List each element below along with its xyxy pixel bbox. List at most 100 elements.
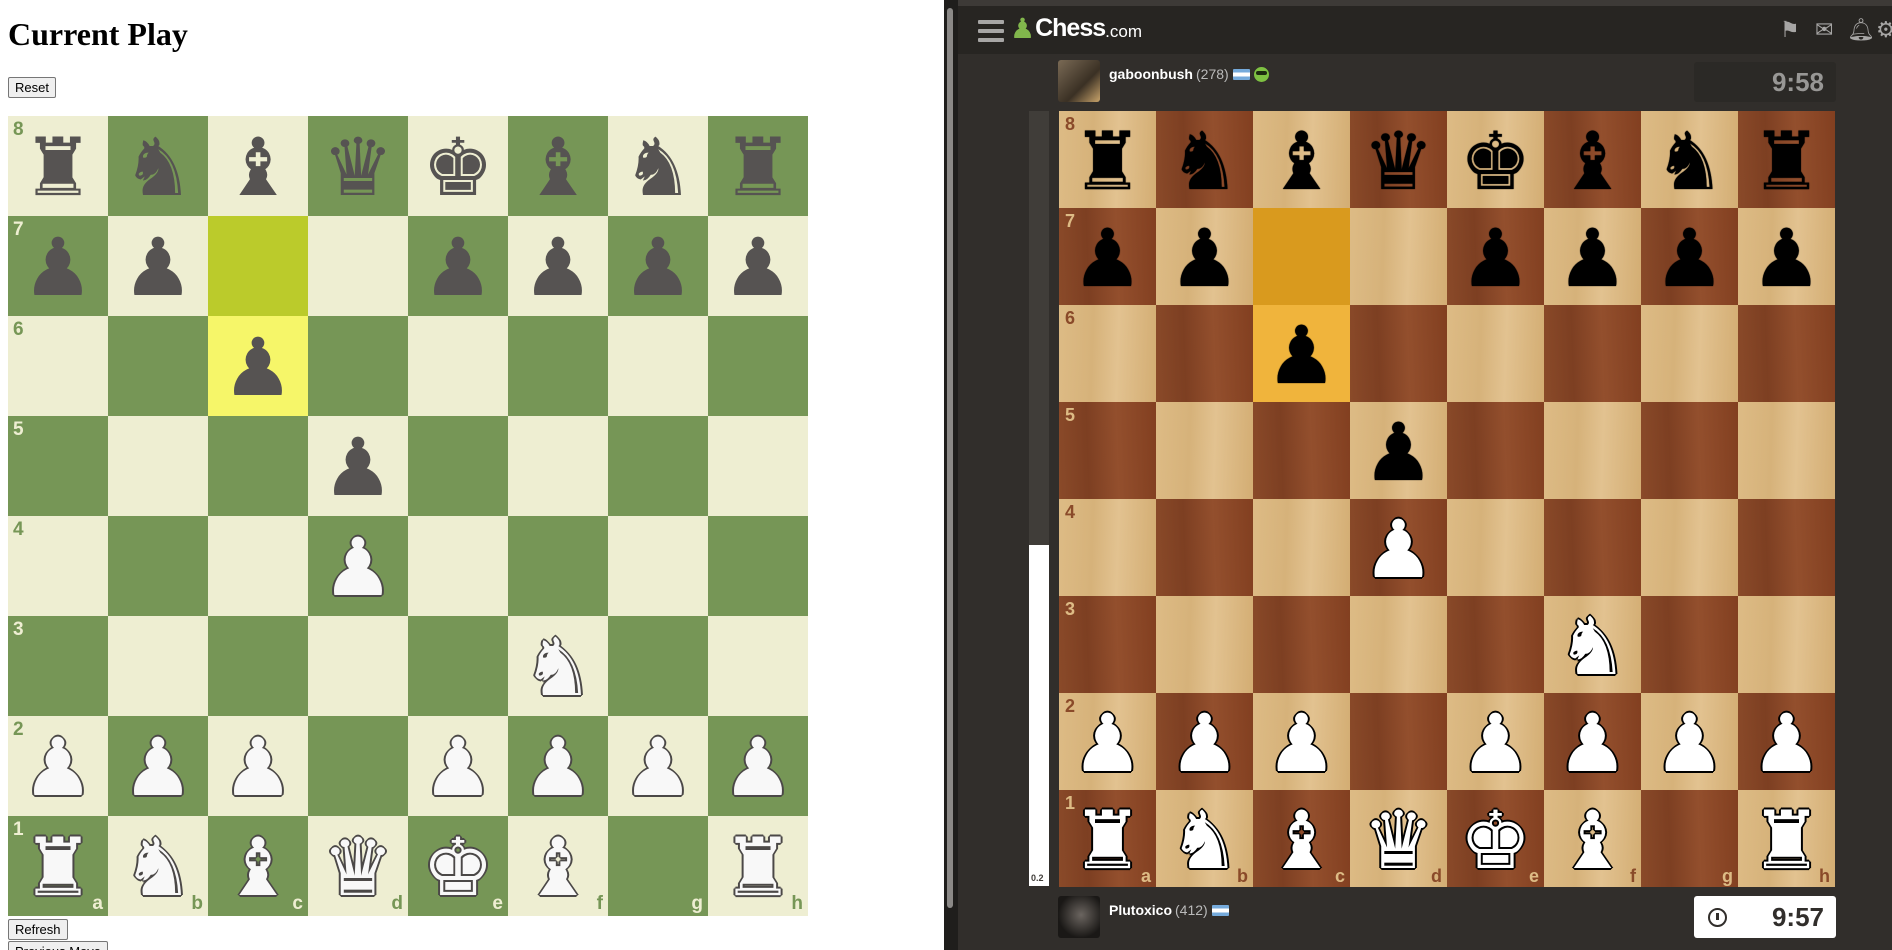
square-e7[interactable]: ♟ — [408, 216, 508, 316]
black-knight-icon[interactable]: ♞ — [108, 116, 208, 216]
square-e2[interactable]: ♟ — [1447, 693, 1544, 790]
square-b1[interactable]: b ♞ — [1156, 790, 1253, 887]
chess-board-local[interactable]: 8 ♜ ♞ ♝ ♛ ♚ ♝ ♞ ♜ 7 ♟ ♟ ♟ ♟ ♟ ♟ 6 ♟ 5 ♟ 4 ♟ 3 ♞ 2 ♟ ♟ ♟ ♟ ♟ ♟ ♟ 1 a ♜ b ♞ c ♝ d… — [8, 116, 808, 916]
square-f5[interactable] — [1544, 402, 1641, 499]
square-b5[interactable] — [1156, 402, 1253, 499]
square-d7[interactable] — [1350, 208, 1447, 305]
square-f1[interactable]: f ♝ — [508, 816, 608, 916]
black-queen-icon[interactable]: ♛ — [1350, 111, 1447, 208]
square-f1[interactable]: f ♝ — [1544, 790, 1641, 887]
black-pawn-icon[interactable]: ♟ — [1738, 208, 1835, 305]
white-knight-icon[interactable]: ♞ — [508, 616, 608, 716]
black-pawn-icon[interactable]: ♟ — [1447, 208, 1544, 305]
opponent-name[interactable]: gaboonbush (278) — [1109, 66, 1269, 82]
square-c3[interactable] — [1253, 596, 1350, 693]
black-pawn-icon[interactable]: ♟ — [1350, 402, 1447, 499]
black-knight-icon[interactable]: ♞ — [1156, 111, 1253, 208]
square-d4[interactable]: ♟ — [1350, 499, 1447, 596]
black-king-icon[interactable]: ♚ — [1447, 111, 1544, 208]
square-b6[interactable] — [1156, 305, 1253, 402]
white-king-icon[interactable]: ♚ — [408, 816, 508, 916]
square-d1[interactable]: d ♛ — [1350, 790, 1447, 887]
square-g3[interactable] — [1641, 596, 1738, 693]
black-rook-icon[interactable]: ♜ — [1738, 111, 1835, 208]
black-rook-icon[interactable]: ♜ — [1059, 111, 1156, 208]
square-g4[interactable] — [608, 516, 708, 616]
square-b3[interactable] — [1156, 596, 1253, 693]
square-a3[interactable]: 3 — [8, 616, 108, 716]
square-c7[interactable] — [1253, 208, 1350, 305]
chess-board-online[interactable]: 8 ♜ ♞ ♝ ♛ ♚ ♝ ♞ ♜ 7 ♟ ♟ ♟ ♟ ♟ ♟ 6 ♟ 5 ♟ 4 ♟ 3 ♞ 2 ♟ ♟ ♟ ♟ ♟ ♟ ♟ 1 a ♜ b ♞ c ♝ d… — [1059, 111, 1835, 887]
square-g7[interactable]: ♟ — [1641, 208, 1738, 305]
reset-button[interactable]: Reset — [8, 77, 56, 98]
white-pawn-icon[interactable]: ♟ — [708, 716, 808, 816]
square-a7[interactable]: 7 ♟ — [1059, 208, 1156, 305]
square-e8[interactable]: ♚ — [1447, 111, 1544, 208]
square-c1[interactable]: c ♝ — [1253, 790, 1350, 887]
square-e4[interactable] — [1447, 499, 1544, 596]
square-f5[interactable] — [508, 416, 608, 516]
square-a5[interactable]: 5 — [1059, 402, 1156, 499]
square-g2[interactable]: ♟ — [1641, 693, 1738, 790]
square-h8[interactable]: ♜ — [1738, 111, 1835, 208]
white-pawn-icon[interactable]: ♟ — [508, 716, 608, 816]
puzzle-icon[interactable]: ⚑ — [1780, 20, 1800, 42]
square-g5[interactable] — [1641, 402, 1738, 499]
square-g2[interactable]: ♟ — [608, 716, 708, 816]
white-pawn-icon[interactable]: ♟ — [1641, 693, 1738, 790]
square-d3[interactable] — [308, 616, 408, 716]
square-b7[interactable]: ♟ — [108, 216, 208, 316]
square-a1[interactable]: 1 a ♜ — [8, 816, 108, 916]
white-bishop-icon[interactable]: ♝ — [1544, 790, 1641, 887]
square-h2[interactable]: ♟ — [1738, 693, 1835, 790]
square-d2[interactable] — [1350, 693, 1447, 790]
black-pawn-icon[interactable]: ♟ — [708, 216, 808, 316]
square-e3[interactable] — [408, 616, 508, 716]
white-pawn-icon[interactable]: ♟ — [308, 516, 408, 616]
hamburger-menu-icon[interactable] — [978, 20, 1004, 42]
square-d3[interactable] — [1350, 596, 1447, 693]
square-a6[interactable]: 6 — [8, 316, 108, 416]
square-b2[interactable]: ♟ — [108, 716, 208, 816]
square-h4[interactable] — [1738, 499, 1835, 596]
white-rook-icon[interactable]: ♜ — [708, 816, 808, 916]
square-c4[interactable] — [1253, 499, 1350, 596]
square-d6[interactable] — [308, 316, 408, 416]
square-e5[interactable] — [408, 416, 508, 516]
square-f4[interactable] — [508, 516, 608, 616]
square-a8[interactable]: 8 ♜ — [8, 116, 108, 216]
chesscom-logo[interactable]: ♟ Chess .com — [1010, 14, 1142, 43]
square-c4[interactable] — [208, 516, 308, 616]
square-h2[interactable]: ♟ — [708, 716, 808, 816]
square-g8[interactable]: ♞ — [1641, 111, 1738, 208]
square-h3[interactable] — [708, 616, 808, 716]
square-f8[interactable]: ♝ — [1544, 111, 1641, 208]
square-g6[interactable] — [1641, 305, 1738, 402]
square-e1[interactable]: e ♚ — [408, 816, 508, 916]
square-e6[interactable] — [1447, 305, 1544, 402]
square-c2[interactable]: ♟ — [208, 716, 308, 816]
square-f4[interactable] — [1544, 499, 1641, 596]
black-pawn-icon[interactable]: ♟ — [1156, 208, 1253, 305]
square-g4[interactable] — [1641, 499, 1738, 596]
avatar[interactable] — [1058, 60, 1100, 102]
black-pawn-icon[interactable]: ♟ — [108, 216, 208, 316]
black-bishop-icon[interactable]: ♝ — [1253, 111, 1350, 208]
square-h5[interactable] — [1738, 402, 1835, 499]
white-pawn-icon[interactable]: ♟ — [8, 716, 108, 816]
square-d7[interactable] — [308, 216, 408, 316]
square-h6[interactable] — [708, 316, 808, 416]
square-h7[interactable]: ♟ — [708, 216, 808, 316]
player-name[interactable]: Plutoxico (412) — [1109, 902, 1229, 918]
bell-icon[interactable]: 🔔︎ — [1847, 20, 1875, 42]
white-pawn-icon[interactable]: ♟ — [1156, 693, 1253, 790]
white-pawn-icon[interactable]: ♟ — [1350, 499, 1447, 596]
black-pawn-icon[interactable]: ♟ — [308, 416, 408, 516]
square-b7[interactable]: ♟ — [1156, 208, 1253, 305]
square-d1[interactable]: d ♛ — [308, 816, 408, 916]
black-knight-icon[interactable]: ♞ — [608, 116, 708, 216]
square-h1[interactable]: h ♜ — [708, 816, 808, 916]
white-pawn-icon[interactable]: ♟ — [1738, 693, 1835, 790]
square-c3[interactable] — [208, 616, 308, 716]
white-rook-icon[interactable]: ♜ — [1738, 790, 1835, 887]
